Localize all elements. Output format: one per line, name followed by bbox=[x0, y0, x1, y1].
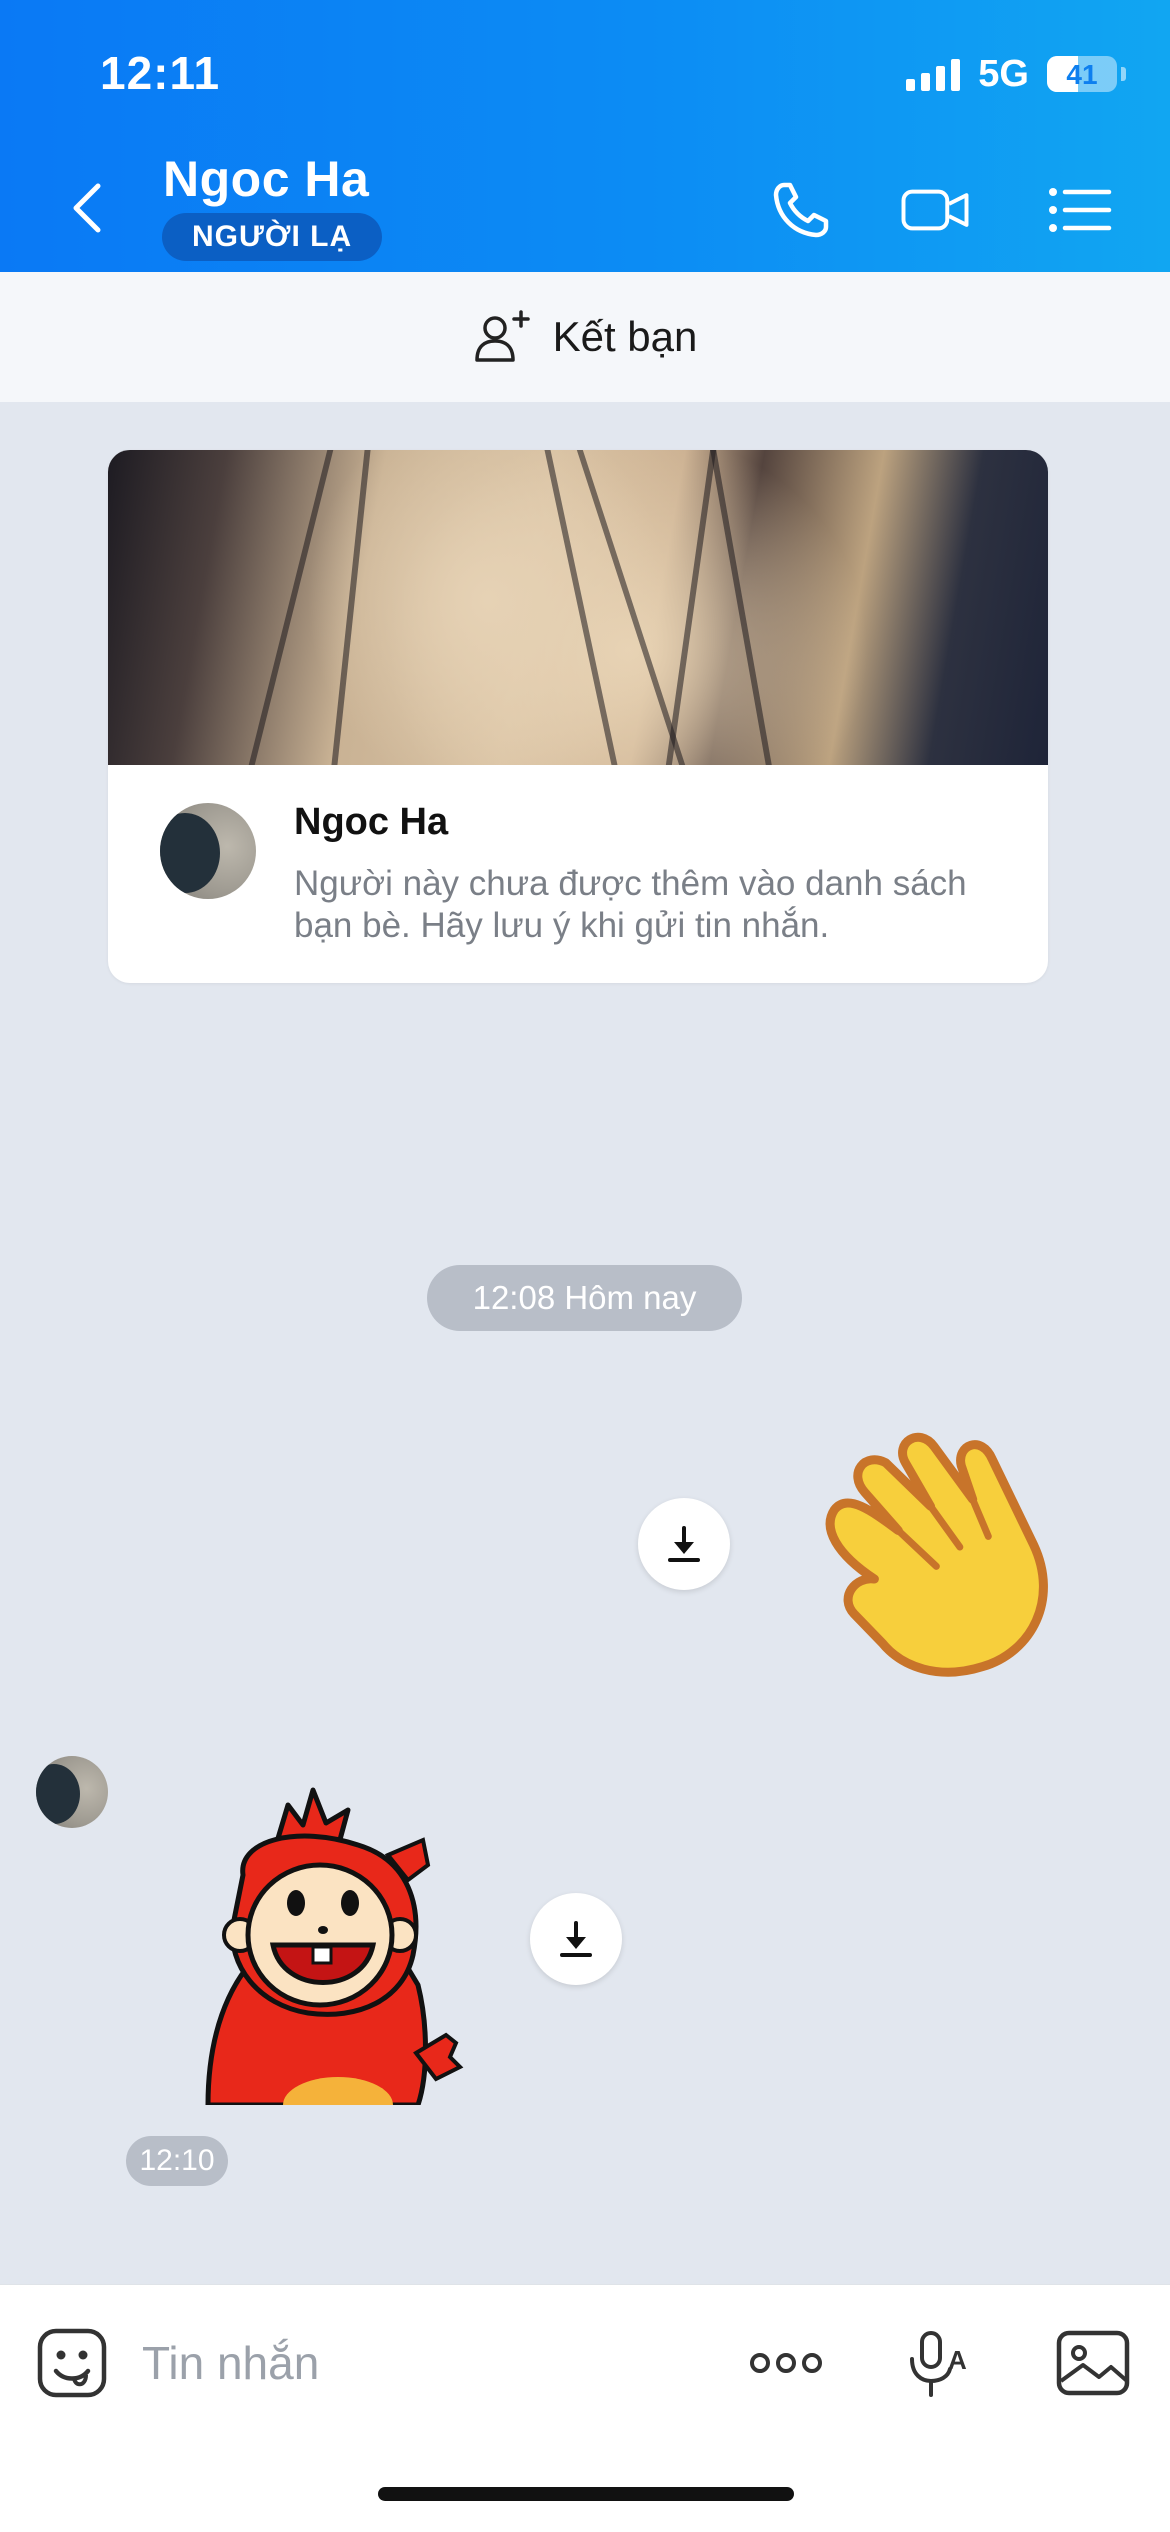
profile-card[interactable]: Ngoc Ha Người này chưa được thêm vào dan… bbox=[108, 450, 1048, 983]
status-indicators: 5G 41 bbox=[906, 52, 1126, 96]
profile-card-body: Ngoc Ha Người này chưa được thêm vào dan… bbox=[108, 765, 1048, 983]
back-icon[interactable] bbox=[60, 178, 120, 238]
phone-icon[interactable] bbox=[766, 175, 836, 245]
add-person-icon bbox=[474, 310, 530, 362]
download-button[interactable] bbox=[638, 1498, 730, 1590]
image-icon[interactable] bbox=[1055, 2325, 1131, 2401]
download-icon bbox=[560, 1921, 592, 1957]
status-time: 12:11 bbox=[100, 47, 221, 99]
contact-name[interactable]: Ngoc Ha bbox=[163, 150, 369, 208]
more-icon[interactable] bbox=[748, 2325, 824, 2401]
signal-icon bbox=[906, 57, 961, 91]
list-menu-icon[interactable] bbox=[1045, 175, 1115, 245]
add-friend-label: Kết bạn bbox=[552, 313, 698, 360]
date-separator: 12:08 Hôm nay bbox=[427, 1265, 742, 1331]
contact-avatar[interactable] bbox=[36, 1756, 108, 1828]
add-friend-button[interactable]: Kết bạn bbox=[0, 272, 1170, 402]
message-time: 12:10 bbox=[126, 2136, 228, 2186]
download-button[interactable] bbox=[530, 1893, 622, 1985]
message-input[interactable] bbox=[142, 2325, 702, 2401]
chat-header: 12:11 5G 41 Ngoc Ha NGƯỜI LẠ bbox=[0, 0, 1170, 272]
avatar[interactable] bbox=[160, 803, 256, 899]
home-indicator bbox=[378, 2487, 794, 2501]
download-icon bbox=[668, 1526, 700, 1562]
waving-hand-sticker[interactable] bbox=[800, 1420, 1090, 1690]
svg-text:A: A bbox=[948, 2345, 967, 2375]
battery-icon: 41 bbox=[1047, 56, 1117, 92]
stranger-warning: Người này chưa được thêm vào danh sách b… bbox=[294, 864, 967, 945]
emoji-icon[interactable] bbox=[34, 2325, 110, 2401]
profile-name: Ngoc Ha bbox=[294, 801, 449, 843]
video-camera-icon[interactable] bbox=[900, 175, 970, 245]
monkey-sticker[interactable] bbox=[188, 1785, 488, 2105]
message-input-bar: A bbox=[0, 2284, 1170, 2532]
network-type: 5G bbox=[978, 52, 1029, 95]
battery-level: 41 bbox=[1066, 59, 1098, 90]
voice-to-text-icon[interactable]: A bbox=[898, 2325, 974, 2401]
stranger-badge: NGƯỜI LẠ bbox=[162, 213, 383, 261]
battery-tip bbox=[1121, 67, 1126, 81]
cover-photo bbox=[108, 450, 1048, 765]
